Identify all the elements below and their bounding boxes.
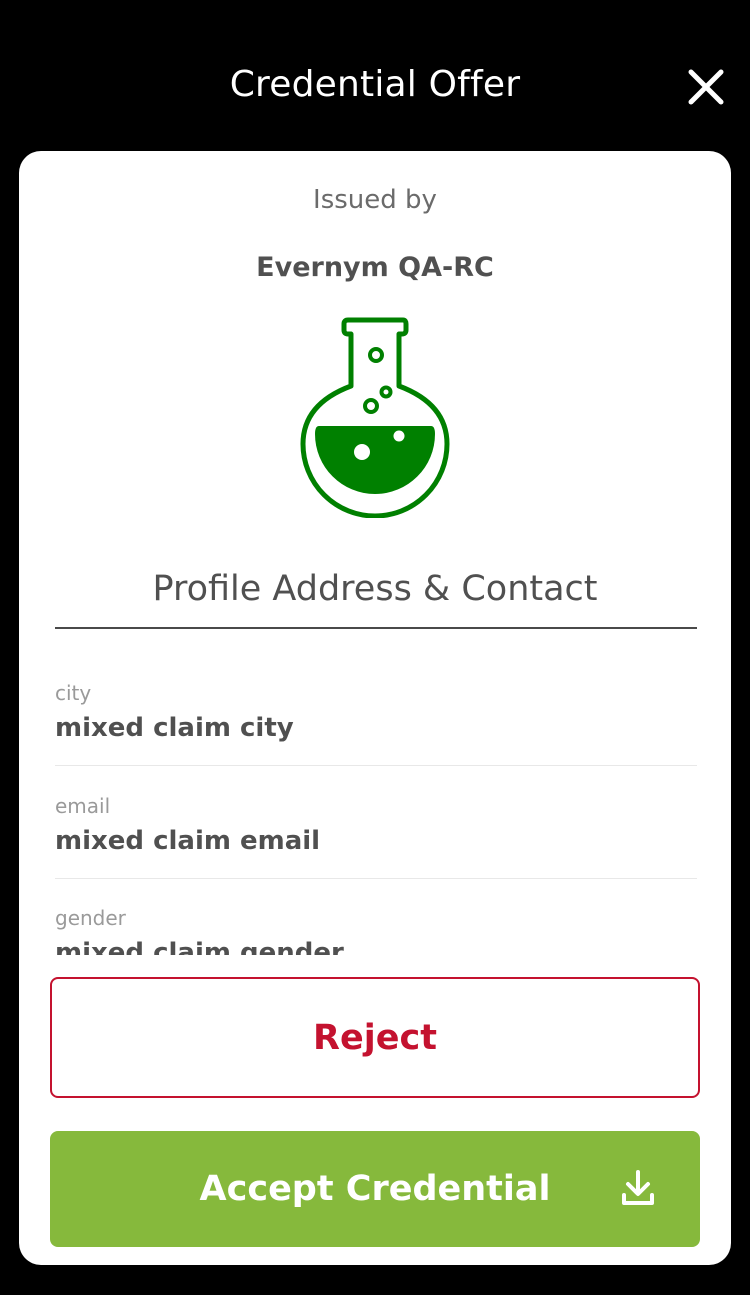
attribute-label: gender xyxy=(55,906,126,930)
close-button[interactable] xyxy=(683,64,729,110)
close-icon xyxy=(688,69,724,105)
issued-by-label: Issued by xyxy=(313,185,437,215)
screen-title: Credential Offer xyxy=(229,64,521,105)
accept-credential-button[interactable]: Accept Credential xyxy=(50,1131,700,1247)
flask-icon xyxy=(300,317,450,518)
attribute-row-gender: gender mixed claim gender xyxy=(55,905,697,955)
header-bar: Credential Offer xyxy=(0,0,750,150)
title-divider xyxy=(55,627,697,629)
reject-button[interactable]: Reject xyxy=(50,977,700,1098)
attribute-label: city xyxy=(55,681,92,705)
attribute-label: email xyxy=(55,794,111,818)
reject-button-label: Reject xyxy=(313,1017,437,1058)
issuer-logo xyxy=(299,316,451,518)
attribute-value: mixed claim city xyxy=(55,713,294,743)
download-icon xyxy=(621,1169,655,1207)
attribute-divider xyxy=(55,878,697,879)
attribute-row-email: email mixed claim email xyxy=(55,793,697,858)
attribute-value: mixed claim gender xyxy=(55,938,344,955)
attribute-divider xyxy=(55,765,697,766)
credential-title: Profile Address & Contact xyxy=(152,569,598,609)
attribute-row-city: city mixed claim city xyxy=(55,680,697,745)
accept-button-label: Accept Credential xyxy=(199,1169,551,1209)
attribute-value: mixed claim email xyxy=(55,826,321,856)
issuer-name: Evernym QA-RC xyxy=(256,252,494,283)
